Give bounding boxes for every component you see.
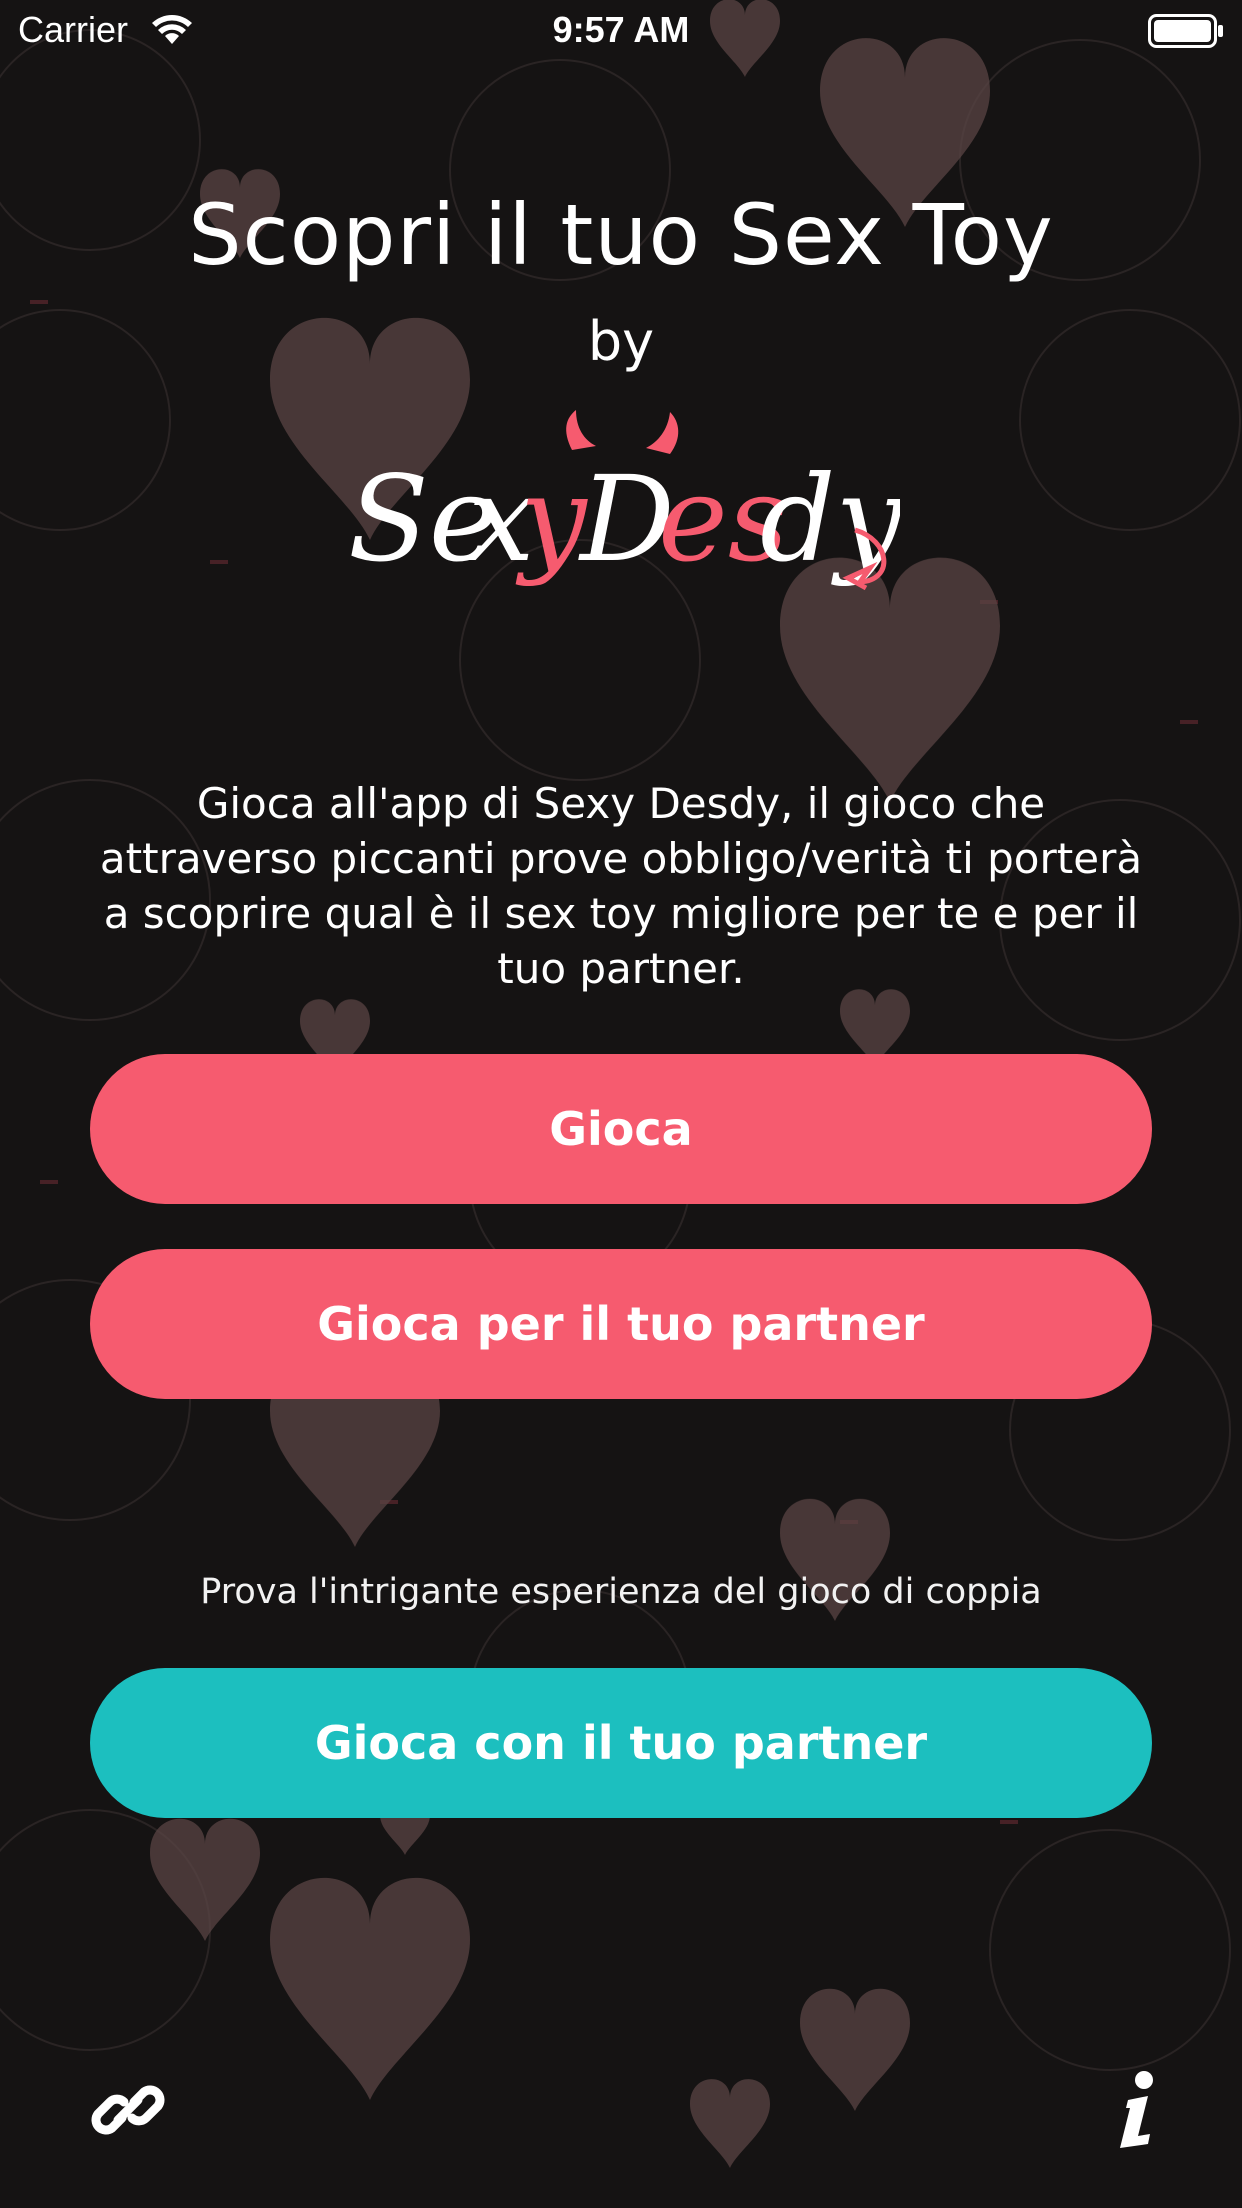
sexydesdy-logo: Se x y D es dy: [348, 410, 900, 591]
battery-icon: [1148, 14, 1223, 48]
screen: Carrier 9:57 AM Scopri il tuo Sex Toy by…: [0, 0, 1242, 2208]
play-button[interactable]: Gioca: [90, 1054, 1152, 1204]
app-description: Gioca all'app di Sexy Desdy, il gioco ch…: [99, 779, 1143, 993]
play-with-partner-button-label: Gioca con il tuo partner: [314, 1716, 928, 1770]
play-button-label: Gioca: [549, 1102, 693, 1156]
status-bar: Carrier 9:57 AM: [0, 0, 1242, 62]
svg-text:y: y: [515, 450, 588, 588]
by-label: by: [587, 310, 655, 373]
play-for-partner-button[interactable]: Gioca per il tuo partner: [90, 1249, 1152, 1399]
svg-text:dy: dy: [760, 450, 900, 588]
clock: 9:57 AM: [552, 9, 690, 50]
couple-game-hint: Prova l'intrigante esperienza del gioco …: [200, 1572, 1042, 1612]
link-icon[interactable]: [88, 2070, 168, 2150]
play-with-partner-button[interactable]: Gioca con il tuo partner: [90, 1668, 1152, 1818]
page-title: Scopri il tuo Sex Toy: [188, 186, 1054, 284]
info-icon[interactable]: [1112, 2070, 1162, 2150]
play-for-partner-button-label: Gioca per il tuo partner: [317, 1297, 925, 1351]
